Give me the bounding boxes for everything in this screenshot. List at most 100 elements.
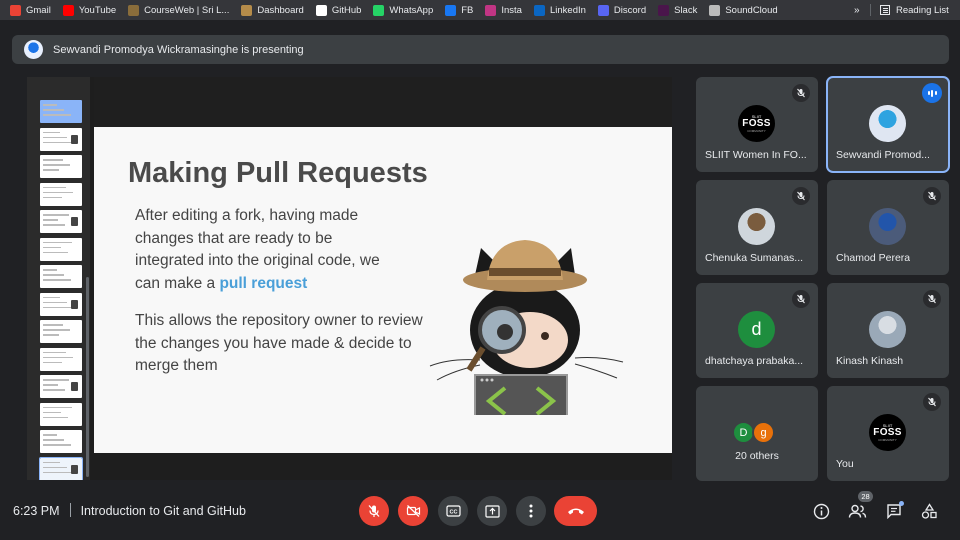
thumbnail-line — [43, 136, 67, 138]
bookmark-discord[interactable]: Discord — [597, 4, 646, 16]
thumbnail-line — [43, 169, 59, 171]
participant-tile[interactable]: Sewvandi Promod... — [826, 76, 950, 173]
thumbnail-line — [43, 334, 59, 336]
thumbnail-line — [43, 379, 69, 381]
bookmark-youtube[interactable]: YouTube — [62, 4, 116, 16]
bookmark-label: WhatsApp — [389, 4, 434, 16]
dashboard-icon — [241, 4, 253, 16]
thumbnail-line — [43, 466, 67, 468]
meeting-title: Introduction to Git and GitHub — [80, 504, 246, 518]
thumbnail-image — [71, 134, 78, 144]
participants-button[interactable] — [847, 501, 867, 521]
activities-shapes-icon — [921, 502, 937, 519]
speaking-indicator-icon — [922, 83, 942, 103]
meeting-info: 6:23 PM Introduction to Git and GitHub — [13, 503, 246, 518]
svg-text:CC: CC — [449, 509, 457, 515]
hang-up-icon — [567, 508, 584, 515]
participant-name: Sewvandi Promod... — [836, 149, 930, 161]
bookmark-github[interactable]: GitHub — [315, 4, 361, 16]
thumbnail-image — [71, 464, 78, 474]
participant-tile[interactable]: SLIIT FOSS COMMUNITY You — [827, 386, 949, 481]
slide-thumbnail[interactable] — [40, 127, 82, 151]
present-now-button[interactable] — [477, 496, 507, 526]
leave-call-button[interactable] — [554, 496, 597, 526]
slide-thumbnail[interactable] — [40, 155, 82, 178]
slide-thumbnail[interactable] — [40, 182, 82, 206]
thumbnail-line — [43, 356, 73, 358]
bookmark-slack[interactable]: Slack — [658, 4, 697, 16]
slide-thumbnail[interactable] — [40, 430, 82, 453]
bookmark-instagram[interactable]: Insta — [485, 4, 522, 16]
soundcloud-icon — [709, 4, 721, 16]
participant-tile[interactable]: Dg 20 others — [696, 386, 818, 481]
thumbnail-line — [43, 251, 68, 253]
thumbnail-image — [71, 299, 78, 309]
thumbnail-image — [71, 217, 78, 226]
reading-list-button[interactable]: Reading List — [880, 0, 949, 20]
slide-thumbnails-panel — [27, 77, 90, 480]
foss-logo-text: FOSS — [742, 117, 771, 129]
bookmark-label: Gmail — [26, 4, 51, 16]
microphone-toggle-button[interactable] — [359, 496, 389, 526]
meeting-toolbar: 6:23 PM Introduction to Git and GitHub CC — [0, 486, 960, 540]
thumbnail-line — [43, 301, 67, 303]
slide-editor-area — [94, 77, 672, 127]
participant-tile[interactable]: SLIIT FOSS COMMUNITY SLIIT Women In FO... — [696, 77, 818, 172]
instagram-icon — [485, 4, 497, 16]
thumbnail-line — [43, 306, 74, 308]
slide-thumbnail[interactable] — [40, 265, 82, 288]
slide-paragraph-2: This allows the repository owner to revi… — [135, 312, 423, 374]
activities-button[interactable] — [919, 501, 939, 521]
thumbnail-line — [43, 361, 62, 363]
thumbnail-scrollbar[interactable] — [86, 277, 89, 477]
slide-thumbnail[interactable] — [40, 320, 82, 343]
slide-thumbnail[interactable] — [40, 292, 82, 316]
slide-thumbnail[interactable] — [40, 347, 82, 371]
slide-thumbnail[interactable] — [40, 100, 82, 123]
bookmark-label: CourseWeb | Sri L... — [144, 4, 230, 16]
participant-tile[interactable]: Chenuka Sumanas... — [696, 180, 818, 275]
bookmark-soundcloud[interactable]: SoundCloud — [709, 4, 778, 16]
thumbnail-line — [43, 461, 60, 463]
bookmarks-divider — [870, 4, 871, 16]
slide-thumbnail[interactable] — [39, 456, 83, 480]
present-screen-icon — [484, 504, 500, 518]
thumbnail-line — [43, 114, 71, 116]
presenter-avatar — [24, 40, 43, 59]
discord-icon — [597, 4, 609, 16]
participant-count-badge: 28 — [858, 491, 873, 502]
slide-thumbnail[interactable] — [40, 210, 82, 233]
slide-thumbnail[interactable] — [40, 402, 82, 426]
thumbnail-line — [43, 329, 70, 331]
camera-toggle-button[interactable] — [398, 496, 428, 526]
muted-mic-icon — [923, 393, 941, 411]
thumbnail-line — [43, 279, 71, 281]
slide-thumbnail[interactable] — [40, 375, 82, 398]
bookmark-dashboard[interactable]: Dashboard — [241, 4, 304, 16]
participant-tile[interactable]: Chamod Perera — [827, 180, 949, 275]
shared-screen: Making Pull Requests After editing a for… — [27, 77, 672, 480]
camera-off-icon — [406, 505, 420, 517]
bookmark-facebook[interactable]: FB — [445, 4, 473, 16]
participant-tile[interactable]: d dhatchaya prabaka... — [696, 283, 818, 378]
avatar — [738, 208, 775, 245]
bookmark-linkedin[interactable]: LinkedIn — [533, 4, 586, 16]
facebook-icon — [445, 4, 457, 16]
bookmark-gmail[interactable]: Gmail — [10, 4, 51, 16]
thumbnail-line — [43, 164, 70, 166]
presenting-banner: Sewvandi Promodya Wickramasinghe is pres… — [12, 35, 949, 64]
bookmarks-more-button[interactable]: » — [854, 0, 860, 20]
thumbnail-line — [43, 444, 71, 446]
thumbnail-line — [43, 214, 69, 216]
meeting-details-button[interactable] — [811, 501, 831, 521]
avatar — [869, 105, 906, 142]
slide-thumbnail[interactable] — [40, 237, 82, 261]
thumbnail-line — [43, 246, 61, 248]
thumbnail-line — [43, 159, 63, 161]
thumbnail-line — [43, 416, 68, 418]
participant-tile[interactable]: Kinash Kinash — [827, 283, 949, 378]
captions-button[interactable]: CC — [438, 496, 468, 526]
bookmark-whatsapp[interactable]: WhatsApp — [373, 4, 434, 16]
more-options-button[interactable] — [516, 496, 546, 526]
bookmark-courseweb[interactable]: CourseWeb | Sri L... — [128, 4, 230, 16]
